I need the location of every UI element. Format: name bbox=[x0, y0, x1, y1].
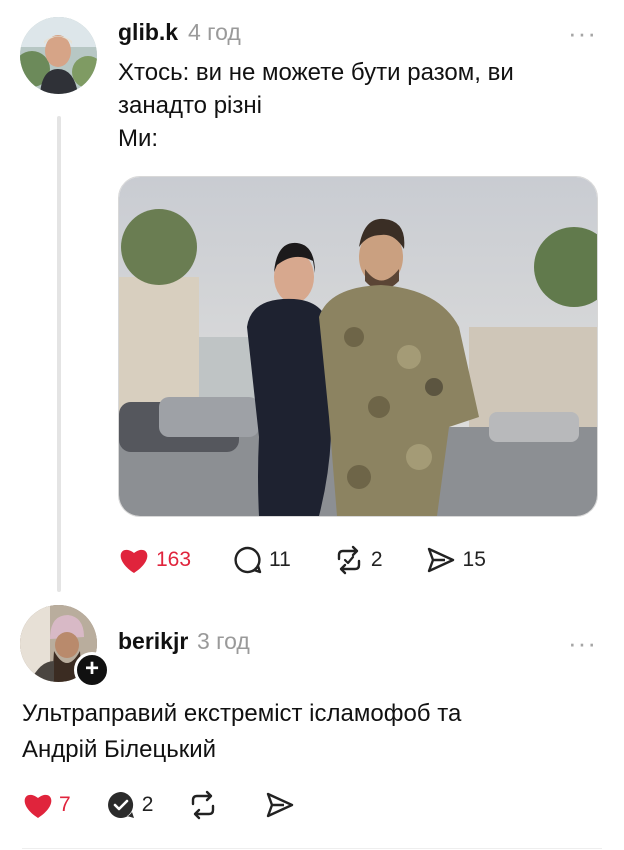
username[interactable]: glib.k bbox=[118, 19, 178, 46]
repost-count: 2 bbox=[370, 548, 383, 571]
like-button[interactable]: 7 bbox=[22, 790, 71, 820]
post-text-line: занадто різні bbox=[118, 92, 262, 119]
post-image[interactable] bbox=[118, 176, 598, 517]
post-text: Хтось: ви не можете бути разом, ви занад… bbox=[118, 56, 588, 155]
timestamp: 4 год bbox=[188, 19, 241, 45]
share-button[interactable]: 15 bbox=[425, 545, 486, 575]
comment-check-icon bbox=[107, 792, 134, 818]
timestamp: 3 год bbox=[197, 628, 250, 654]
reply-button[interactable]: 2 bbox=[105, 790, 154, 820]
repost-icon bbox=[337, 545, 361, 575]
post-text-line: Хтось: ви не можете бути разом, ви bbox=[118, 59, 514, 86]
comment-icon bbox=[234, 546, 262, 574]
post-actions: 7 2 bbox=[22, 785, 335, 825]
divider bbox=[22, 848, 602, 849]
post-actions: 163 11 2 15 bbox=[118, 540, 528, 580]
repost-icon bbox=[192, 790, 215, 820]
share-count: 15 bbox=[462, 548, 486, 571]
repost-button[interactable]: 2 bbox=[333, 545, 383, 575]
heart-icon bbox=[24, 794, 52, 818]
like-count: 7 bbox=[59, 793, 71, 816]
thread-line bbox=[57, 116, 61, 592]
more-options-button[interactable]: ··· bbox=[568, 20, 597, 46]
send-icon bbox=[427, 547, 454, 573]
share-button[interactable] bbox=[264, 790, 301, 820]
avatar[interactable] bbox=[20, 17, 97, 94]
post-text-line: Ультраправий екстреміст ісламофоб та bbox=[22, 700, 462, 727]
repost-button[interactable] bbox=[187, 790, 224, 820]
post-1: glib.k 4 год ··· Хтось: ви не можете бут… bbox=[0, 0, 624, 600]
heart-icon bbox=[120, 549, 148, 573]
reply-button[interactable]: 11 bbox=[233, 545, 291, 575]
like-button[interactable]: 163 bbox=[118, 545, 191, 575]
follow-button[interactable]: + bbox=[74, 652, 110, 688]
post-text: Ультраправий екстреміст ісламофоб та Анд… bbox=[22, 696, 582, 768]
reply-count: 11 bbox=[269, 548, 291, 571]
send-icon bbox=[267, 792, 294, 818]
post-text-line: Андрій Білецький bbox=[22, 736, 217, 763]
reply-count: 2 bbox=[141, 793, 154, 816]
like-count: 163 bbox=[156, 548, 192, 571]
post-text-line: Ми: bbox=[118, 125, 159, 152]
username[interactable]: berikjr bbox=[118, 628, 188, 655]
post-2: + berikjr 3 год ··· Ультраправий екстрем… bbox=[0, 600, 624, 850]
more-options-button[interactable]: ··· bbox=[568, 630, 597, 656]
